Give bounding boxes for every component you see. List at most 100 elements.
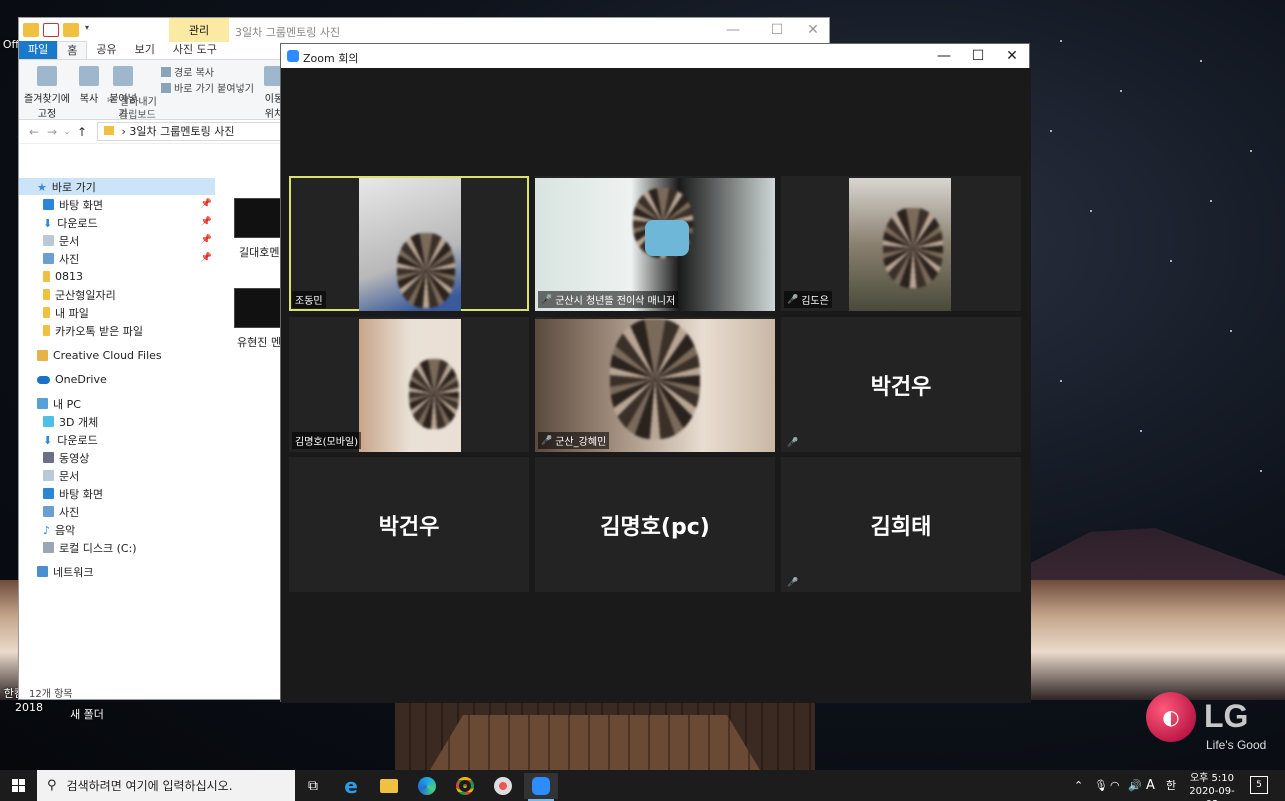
minimize-icon[interactable]: — — [929, 46, 959, 66]
ie-button[interactable]: e — [334, 773, 368, 799]
participant-tile[interactable]: 🎤 군산_강혜민 — [535, 317, 775, 452]
minimize-icon[interactable]: — — [719, 20, 747, 40]
chrome-button[interactable] — [448, 773, 482, 799]
nav-local-disk[interactable]: 로컬 디스크 (C:) — [19, 539, 215, 556]
participant-name-label: 🎤 — [784, 437, 804, 449]
ime-indicator[interactable]: A — [1146, 770, 1155, 801]
folder-icon — [43, 307, 50, 318]
nav-onedrive[interactable]: OneDrive — [19, 371, 215, 388]
recent-chevron-icon[interactable]: ⌄ — [61, 127, 73, 136]
nav-music[interactable]: ♪ 음악 — [19, 521, 215, 538]
pin-icon: 📌 — [200, 199, 212, 209]
nav-downloads[interactable]: ⬇ 다운로드 📌 — [19, 214, 215, 231]
file-thumbnail[interactable] — [234, 198, 282, 238]
participant-tile[interactable]: 박건우 🎤 — [781, 317, 1021, 452]
nav-pc-desktop[interactable]: 바탕 화면 — [19, 485, 215, 502]
edge-button[interactable] — [410, 773, 444, 799]
back-arrow-icon[interactable]: ← — [25, 125, 43, 139]
nav-folder-my-files[interactable]: 내 파일 — [19, 304, 215, 321]
participant-tile[interactable]: 김명호(pc) — [535, 457, 775, 592]
participant-tile[interactable]: 조동민 — [289, 176, 529, 311]
participant-tile[interactable]: 박건우 — [289, 457, 529, 592]
file-thumbnail[interactable] — [234, 288, 282, 328]
task-view-button[interactable]: ⧉ — [296, 773, 330, 799]
video-icon — [43, 452, 54, 463]
participant-tile[interactable]: 김희태 🎤 — [781, 457, 1021, 592]
copy-path-button[interactable]: 경로 복사 — [161, 64, 214, 79]
explorer-title-bar: ▾ 관리 3일차 그룹멘토링 사진 — ☐ ✕ — [19, 18, 829, 42]
drive-icon — [43, 542, 54, 553]
tab-view[interactable]: 보기 — [126, 41, 164, 59]
participant-tile[interactable]: 🎤 군산시 청년뜰 전이삭 매니저 — [535, 176, 775, 311]
tray-expand-icon[interactable]: ⌃ — [1074, 770, 1083, 801]
system-clock[interactable]: 오후 5:10 2020-09-03 — [1184, 772, 1240, 801]
nav-3d-objects[interactable]: 3D 개체 — [19, 413, 215, 430]
tab-home[interactable]: 홈 — [57, 41, 88, 59]
nav-pc-documents[interactable]: 문서 — [19, 467, 215, 484]
participant-name: 군산_강혜민 — [555, 437, 607, 448]
desktop-icon-new-folder[interactable]: 새 폴더 — [60, 706, 114, 722]
file-explorer-button[interactable] — [372, 773, 406, 799]
nav-videos[interactable]: 동영상 — [19, 449, 215, 466]
notification-center-button[interactable]: 5 — [1250, 776, 1268, 794]
nav-label: 문서 — [59, 234, 80, 248]
microphone-icon[interactable]: 🎙 — [1094, 770, 1108, 801]
participant-name-label: 🎤 군산_강혜민 — [538, 432, 610, 449]
close-icon[interactable]: ✕ — [799, 20, 827, 40]
star — [1260, 470, 1262, 472]
participant-tile[interactable]: 🎤 김도은 — [781, 176, 1021, 311]
muted-mic-icon: 🎤 — [787, 438, 799, 448]
nav-label: 문서 — [59, 469, 80, 483]
scissors-icon: ✂ — [107, 95, 115, 106]
nav-pictures[interactable]: 사진 📌 — [19, 250, 215, 267]
star — [1120, 90, 1122, 92]
nav-creative-cloud[interactable]: Creative Cloud Files — [19, 347, 215, 364]
tab-file[interactable]: 파일 — [19, 41, 58, 59]
lg-logo: ◐ LG Life's Good — [1146, 692, 1276, 754]
nav-desktop[interactable]: 바탕 화면 📌 — [19, 196, 215, 213]
up-arrow-icon[interactable]: ↑ — [73, 125, 91, 139]
close-icon[interactable]: ✕ — [997, 46, 1027, 66]
tab-share[interactable]: 공유 — [87, 41, 125, 59]
nav-network[interactable]: 네트워크 — [19, 563, 215, 580]
lg-circle-icon: ◐ — [1146, 692, 1196, 742]
nav-pc-downloads[interactable]: ⬇ 다운로드 — [19, 431, 215, 448]
star — [1250, 150, 1252, 152]
customize-qat-icon[interactable]: ▾ — [83, 23, 91, 37]
nav-folder-gunsan[interactable]: 군산형일자리 — [19, 286, 215, 303]
search-icon: ⚲ — [47, 778, 57, 793]
taskbar-search-box[interactable]: ⚲ 검색하려면 여기에 입력하십시오. — [37, 770, 295, 801]
maximize-icon[interactable]: ☐ — [763, 20, 791, 40]
lg-logo-text: LG — [1204, 698, 1249, 734]
pin-quick-access-button[interactable]: 즐겨찾기에 고정 — [21, 66, 73, 120]
music-note-icon: ♪ — [43, 524, 51, 537]
new-folder-icon[interactable] — [63, 23, 79, 37]
tab-picture-tools[interactable]: 사진 도구 — [164, 41, 226, 59]
zoom-taskbar-button[interactable] — [524, 773, 558, 801]
participant-tile[interactable]: 김명호(모바일) — [289, 317, 529, 452]
nav-label: 음악 — [55, 523, 76, 537]
nav-documents[interactable]: 문서 📌 — [19, 232, 215, 249]
document-icon — [43, 470, 54, 481]
nav-this-pc[interactable]: 내 PC — [19, 395, 215, 412]
blurred-face — [397, 233, 455, 308]
manage-context-tab[interactable]: 관리 — [169, 18, 229, 42]
nav-quick-access[interactable]: ★ 바로 가기 — [19, 178, 215, 195]
nav-folder-0813[interactable]: 0813 — [19, 268, 215, 285]
volume-icon[interactable]: 🔊 — [1128, 770, 1142, 801]
copy-button[interactable]: 복사 — [75, 66, 103, 105]
nav-pc-pictures[interactable]: 사진 — [19, 503, 215, 520]
start-button[interactable] — [0, 770, 36, 801]
muted-mic-icon: 🎤 — [541, 435, 553, 446]
paste-shortcut-button[interactable]: 바로 가기 붙여넣기 — [161, 80, 254, 95]
pin-icon: 📌 — [200, 253, 212, 263]
download-icon: ⬇ — [43, 217, 53, 230]
taskbar: ⚲ 검색하려면 여기에 입력하십시오. ⧉ e ⌃ 🎙 ◠ 🔊 A 한 오후 5… — [0, 770, 1285, 801]
forward-arrow-icon[interactable]: → — [43, 125, 61, 139]
wifi-icon[interactable]: ◠ — [1110, 770, 1120, 801]
maximize-icon[interactable]: ☐ — [963, 46, 993, 66]
properties-icon[interactable] — [43, 23, 59, 37]
nav-folder-kakaotalk[interactable]: 카카오톡 받은 파일 — [19, 322, 215, 339]
paint-app-button[interactable] — [486, 773, 520, 799]
ime-mode-indicator[interactable]: 한 — [1166, 770, 1176, 801]
